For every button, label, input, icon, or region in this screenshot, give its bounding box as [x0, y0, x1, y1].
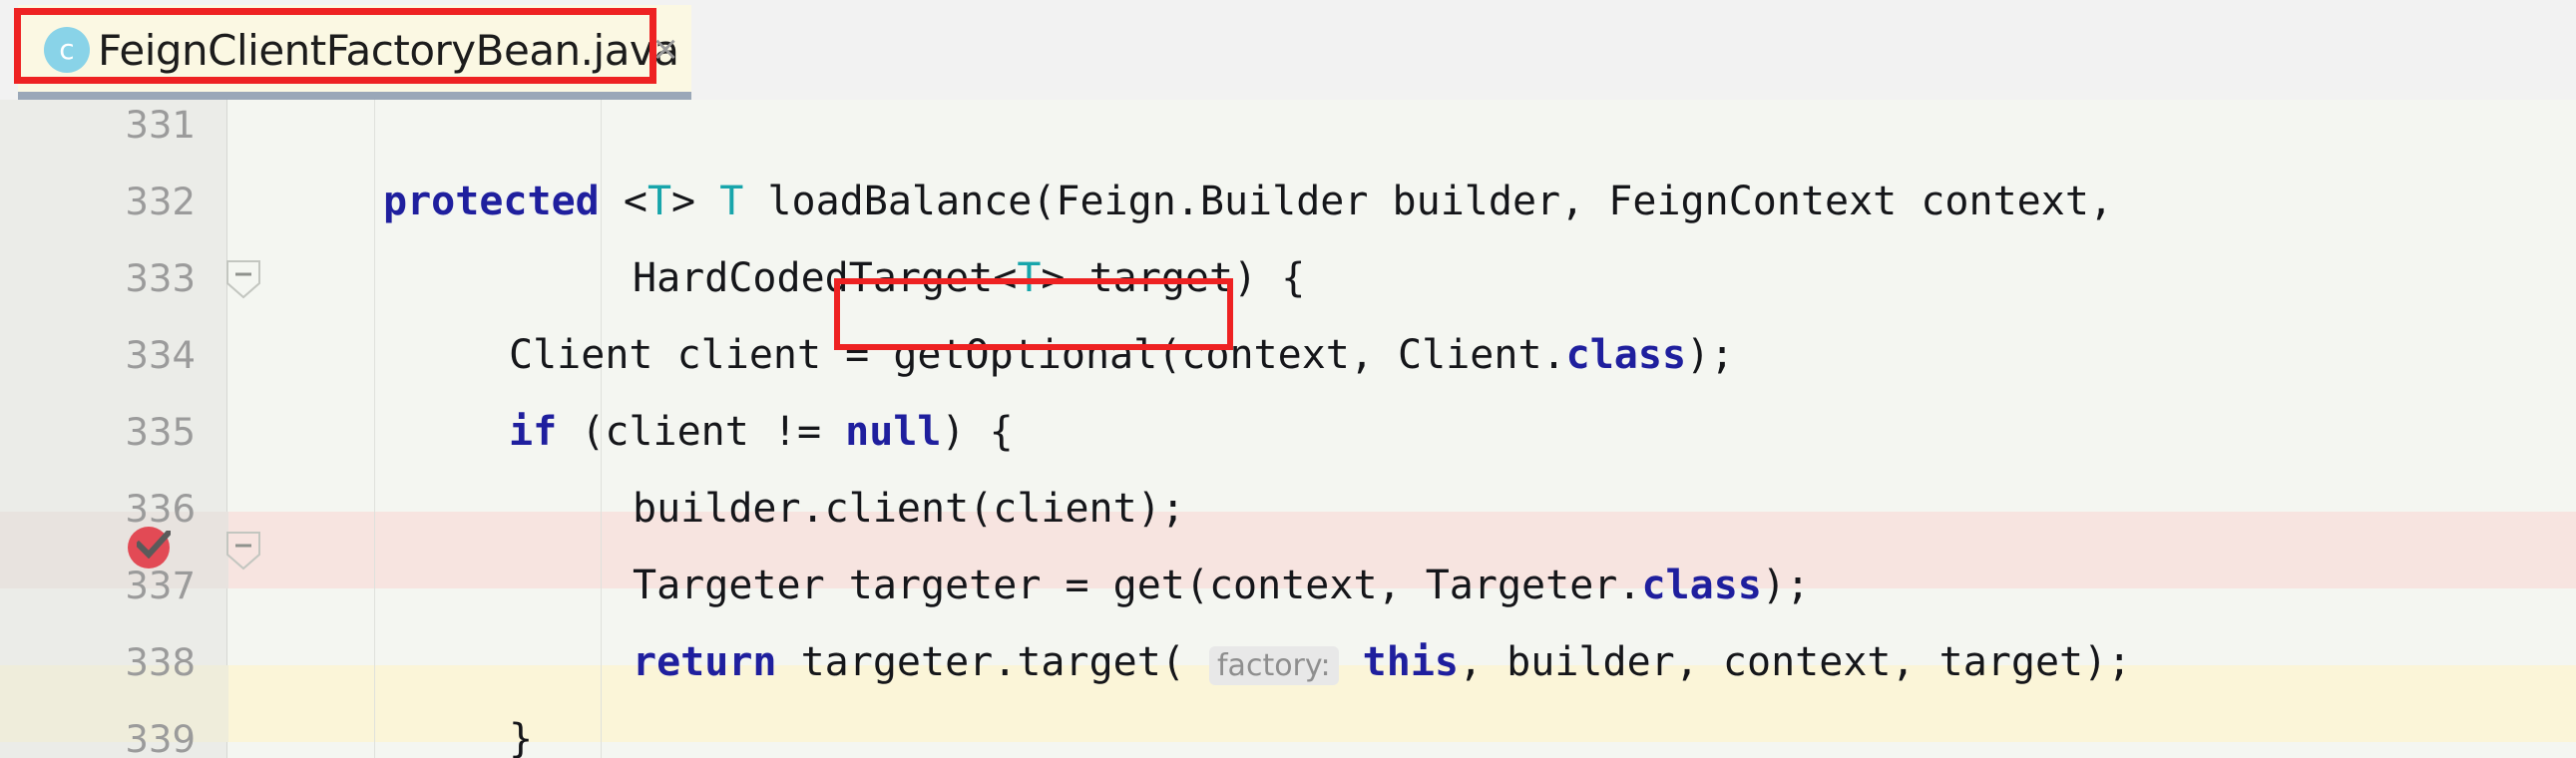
fold-marker-333[interactable]	[225, 259, 261, 299]
line-number[interactable]: 331	[0, 100, 196, 164]
token-rest: );	[1761, 563, 1811, 608]
editor-tab-bar: c FeignClientFactoryBean.java ×	[0, 0, 2576, 101]
line-content[interactable]: builder.client(client);	[633, 471, 1185, 548]
token-method-name[interactable]: loadBalance	[767, 179, 1032, 224]
line-number[interactable]: 339	[0, 701, 196, 758]
line-number[interactable]: 335	[0, 394, 196, 471]
code-line-333[interactable]: 333 HardCodedTarget<T> target) {	[0, 240, 2576, 317]
token-keyword-return: return	[633, 639, 777, 685]
line-content[interactable]: }	[509, 701, 533, 758]
tab-active-underline	[18, 92, 691, 100]
token-keyword-class: class	[1565, 332, 1687, 378]
token-statement: Client client = getOptional(context, Cli…	[509, 332, 1566, 378]
line-number[interactable]: 334	[0, 317, 196, 394]
line-number[interactable]: 332	[0, 164, 196, 240]
chevron-fold-icon	[226, 260, 260, 299]
code-line-338[interactable]: 338 return targeter.target( factory: thi…	[0, 624, 2576, 701]
code-line-339[interactable]: 339 }	[0, 701, 2576, 758]
token-type: HardCodedTarget<	[633, 255, 1018, 301]
code-line-336[interactable]: 336 builder.client(client);	[0, 471, 2576, 548]
line-content[interactable]: Client client = getOptional(context, Cli…	[509, 317, 1734, 394]
token-generic-t: T	[646, 179, 672, 224]
token-condition: (client !=	[557, 409, 846, 455]
token-statement: Targeter targeter = get(context, Targete…	[633, 563, 1642, 608]
code-line-332[interactable]: 332 protected <T> T loadBalance(Feign.Bu…	[0, 164, 2576, 240]
close-icon[interactable]: ×	[648, 32, 682, 66]
token-return-type: T	[719, 179, 744, 224]
line-number[interactable]: 338	[0, 624, 196, 701]
code-line-337[interactable]: 337 Targeter targeter = get(context, Tar…	[0, 548, 2576, 624]
line-content[interactable]: Targeter targeter = get(context, Targete…	[633, 548, 1810, 624]
token-generic-t: T	[1017, 255, 1042, 301]
token-keyword-this: this	[1362, 639, 1459, 685]
token-rest: );	[1686, 332, 1735, 378]
token-rest: ) {	[941, 409, 1014, 455]
token-params: (Feign.Builder builder, FeignContext con…	[1032, 179, 2114, 224]
code-editor[interactable]: 331 332 protected <T> T loadBalance(Feig…	[0, 100, 2576, 758]
token-keyword-null: null	[845, 409, 942, 455]
token-angle-open: <	[623, 179, 647, 224]
line-number[interactable]: 333	[0, 240, 196, 317]
token-keyword-class: class	[1641, 563, 1762, 608]
breakpoint-verified-check	[137, 531, 171, 559]
code-line-334[interactable]: 334 Client client = getOptional(context,…	[0, 317, 2576, 394]
parameter-hint-factory[interactable]: factory:	[1209, 646, 1339, 685]
line-content[interactable]: return targeter.target( factory: this, b…	[633, 624, 2131, 704]
token-keyword-protected: protected	[383, 179, 600, 224]
token-rest: > target) {	[1041, 255, 1306, 301]
token-angle-close: >	[671, 179, 696, 224]
fold-marker-335[interactable]	[225, 531, 261, 570]
code-line-331[interactable]: 331	[0, 100, 2576, 164]
token-rest: , builder, context, target);	[1459, 639, 2132, 685]
tab-feignclientfactorybean[interactable]: c FeignClientFactoryBean.java	[18, 5, 691, 95]
line-content[interactable]: protected <T> T loadBalance(Feign.Builde…	[383, 164, 2113, 240]
line-content[interactable]: HardCodedTarget<T> target) {	[633, 240, 1305, 317]
token-call: targeter.target(	[776, 639, 1185, 685]
code-line-335[interactable]: 335 if (client != null) {	[0, 394, 2576, 471]
java-class-icon: c	[44, 27, 90, 73]
line-content[interactable]: if (client != null) {	[509, 394, 1014, 471]
token-keyword-if: if	[509, 409, 558, 455]
tab-title: FeignClientFactoryBean.java	[98, 25, 679, 75]
breakpoint-icon[interactable]	[128, 527, 171, 568]
chevron-fold-icon	[226, 532, 260, 570]
